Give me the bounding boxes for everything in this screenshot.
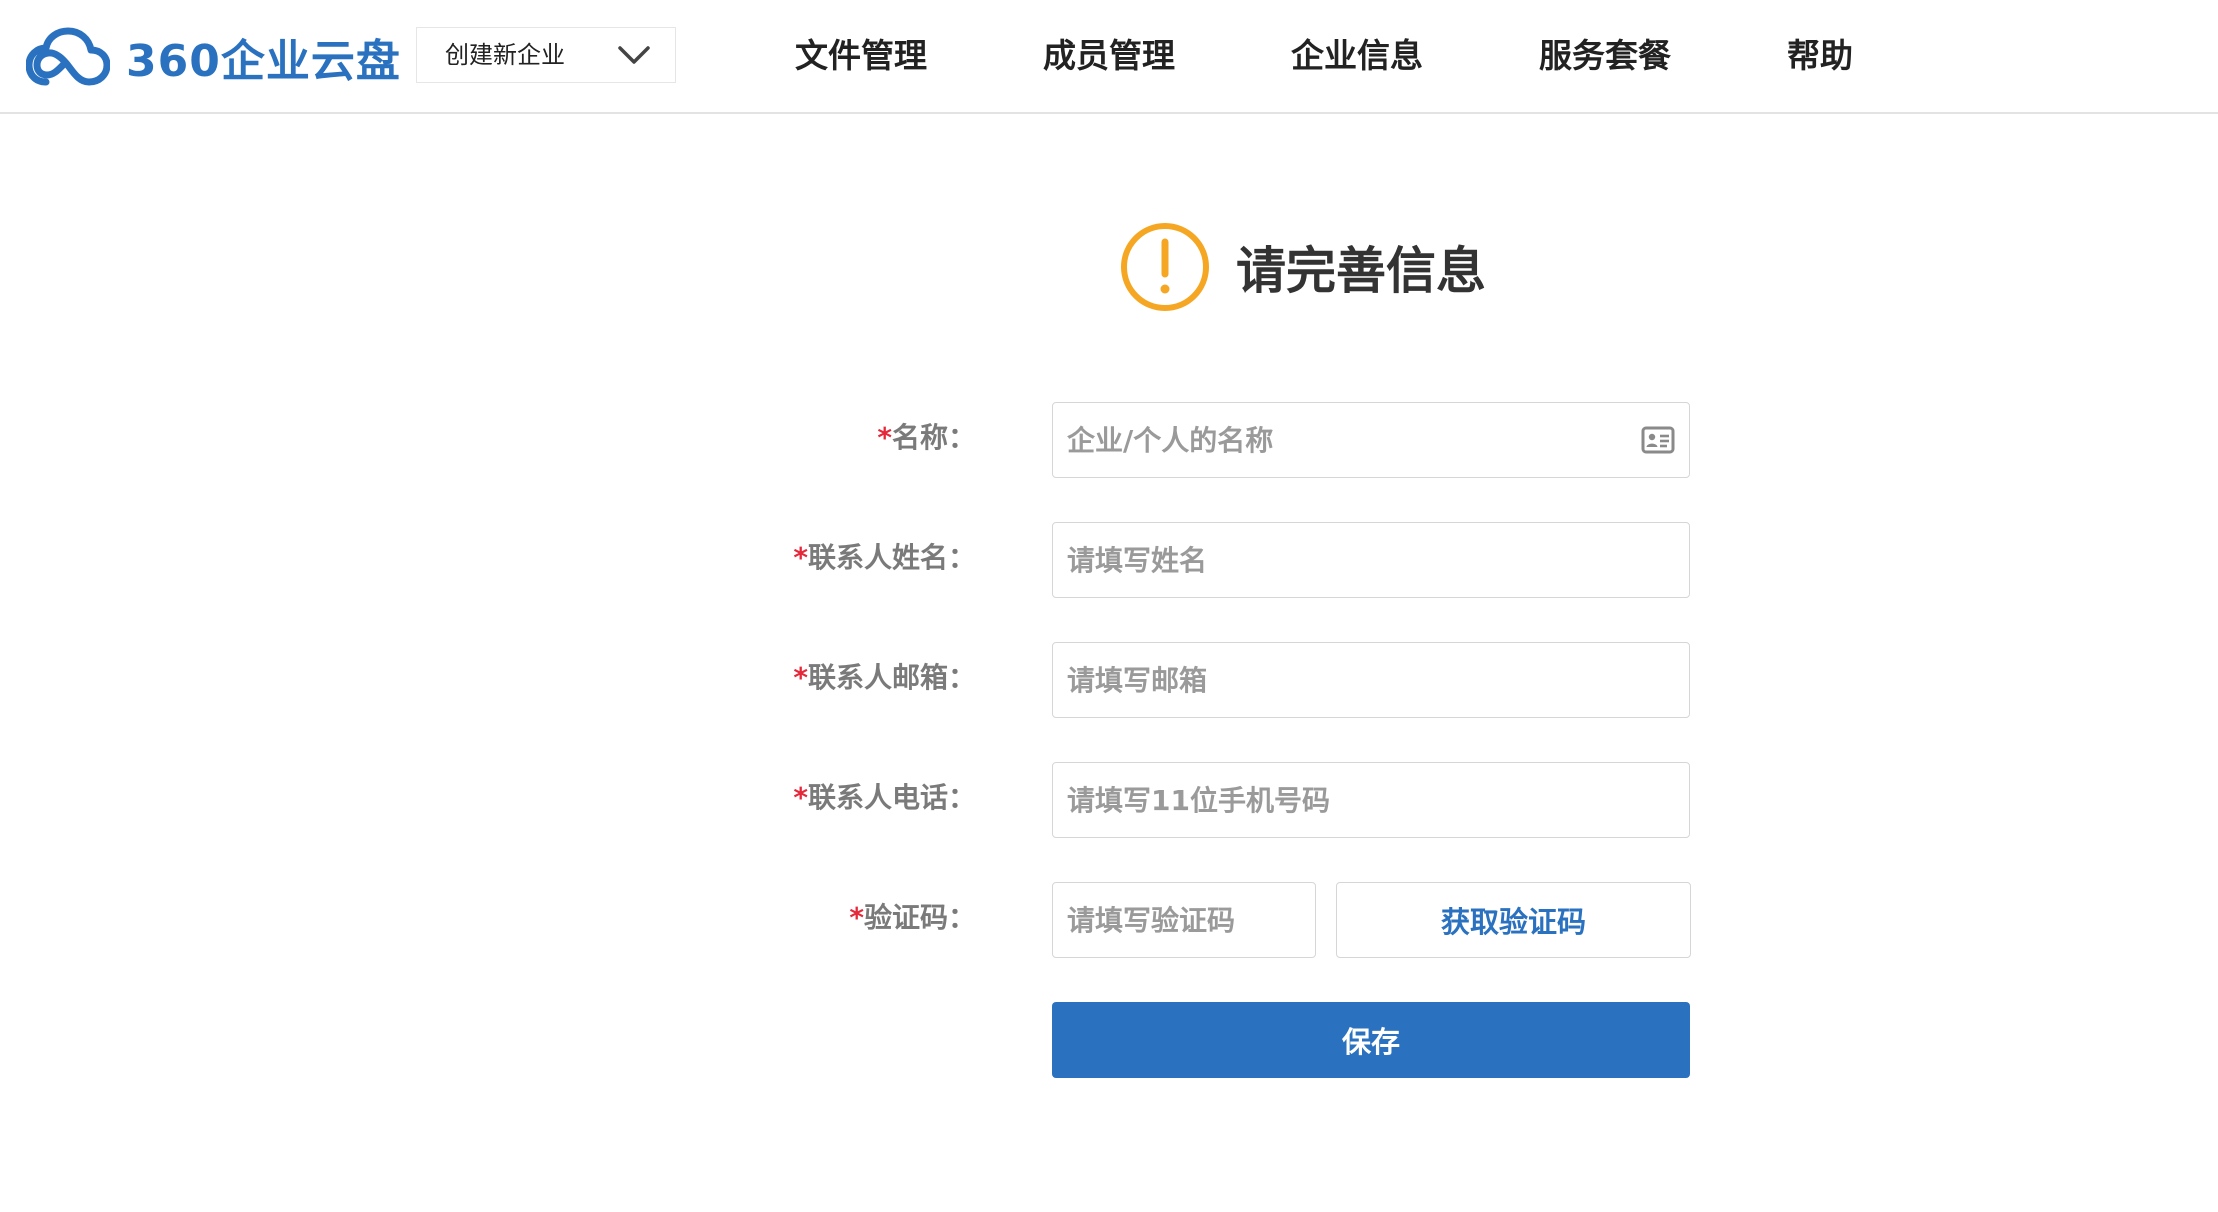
required-mark: * (793, 541, 808, 574)
contact-email-input[interactable] (1067, 643, 1677, 717)
nav-member-management[interactable]: 成员管理 (1043, 30, 1175, 82)
contact-email-label: *联系人邮箱： (793, 658, 976, 698)
save-button[interactable]: 保存 (1052, 1002, 1690, 1078)
nav-help[interactable]: 帮助 (1787, 30, 1853, 82)
verification-code-label-text: 验证码： (863, 901, 976, 934)
required-mark: * (877, 421, 892, 454)
contact-email-field (1052, 642, 1690, 718)
contact-name-field (1052, 522, 1690, 598)
page-title: 请完善信息 (1236, 242, 1486, 300)
verification-code-field (1052, 882, 1316, 958)
contact-phone-input[interactable] (1067, 763, 1677, 837)
contact-name-label-text: 联系人姓名： (807, 541, 976, 574)
brand-logo[interactable]: 360企业云盘 (26, 22, 401, 92)
warning-circle-icon (1121, 223, 1209, 311)
nav-company-info[interactable]: 企业信息 (1291, 30, 1423, 82)
name-label: *名称： (877, 418, 976, 458)
contact-phone-field (1052, 762, 1690, 838)
name-field (1052, 402, 1690, 478)
contact-phone-label: *联系人电话： (793, 778, 976, 818)
contact-email-label-text: 联系人邮箱： (807, 661, 976, 694)
cloud-logo-icon (26, 27, 110, 86)
nav-file-management[interactable]: 文件管理 (795, 30, 927, 82)
contact-name-label: *联系人姓名： (793, 538, 976, 578)
verification-code-input[interactable] (1067, 883, 1303, 957)
organization-dropdown-value: 创建新企业 (445, 41, 565, 69)
get-verification-code-button[interactable]: 获取验证码 (1336, 882, 1691, 958)
top-navigation-bar: 360企业云盘 创建新企业 文件管理 成员管理 企业信息 服务套餐 帮助 (0, 0, 2218, 114)
organization-dropdown[interactable]: 创建新企业 (416, 27, 676, 83)
id-card-icon[interactable] (1641, 426, 1675, 454)
contact-name-input[interactable] (1067, 523, 1677, 597)
chevron-down-icon (618, 46, 650, 64)
required-mark: * (849, 901, 864, 934)
required-mark: * (793, 661, 808, 694)
contact-phone-label-text: 联系人电话： (807, 781, 976, 814)
required-mark: * (793, 781, 808, 814)
name-label-text: 名称： (891, 421, 976, 454)
verification-code-label: *验证码： (849, 898, 976, 938)
brand-logo-text: 360企业云盘 (126, 36, 401, 87)
name-input[interactable] (1067, 403, 1637, 477)
nav-service-plans[interactable]: 服务套餐 (1539, 30, 1671, 82)
